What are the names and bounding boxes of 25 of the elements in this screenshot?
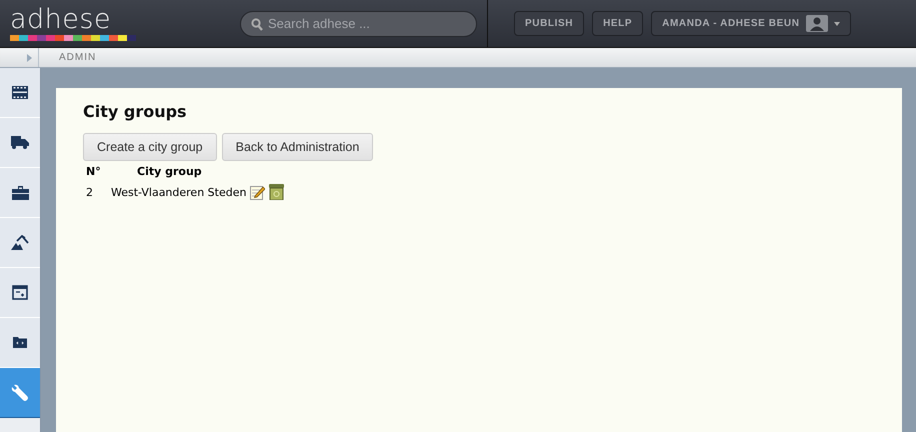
header-button[interactable]: PUBLISH xyxy=(514,11,584,36)
action-button[interactable]: Create a city group xyxy=(83,133,217,161)
city-group-name: West-Vlaanderen Steden xyxy=(111,186,246,198)
film-icon xyxy=(12,86,28,99)
code-folder-icon xyxy=(13,337,27,348)
action-button[interactable]: Back to Administration xyxy=(222,133,374,161)
caret-icon xyxy=(834,22,840,26)
wrench-icon xyxy=(11,384,29,402)
window-icon xyxy=(12,285,28,300)
trash-icon[interactable] xyxy=(269,184,284,200)
avatar-icon xyxy=(806,15,828,32)
logo-text[interactable]: adhese xyxy=(10,6,112,32)
briefcase-icon xyxy=(12,186,28,200)
truck-icon xyxy=(11,136,29,149)
mountain-pickaxe-icon xyxy=(11,235,29,250)
search-field[interactable]: Search adhese ... xyxy=(240,10,477,36)
header-button[interactable]: HELP xyxy=(592,11,644,36)
page-title: City groups xyxy=(83,102,188,121)
logo-stripes-icon xyxy=(10,34,136,40)
breadcrumb[interactable]: ADMIN xyxy=(39,48,96,67)
edit-icon[interactable] xyxy=(250,184,266,200)
column-header: N° xyxy=(85,164,102,180)
column-header: City group xyxy=(136,164,203,180)
user-menu-button[interactable]: AMANDA - ADHESE BEUN xyxy=(651,11,851,36)
search-icon xyxy=(251,18,263,30)
